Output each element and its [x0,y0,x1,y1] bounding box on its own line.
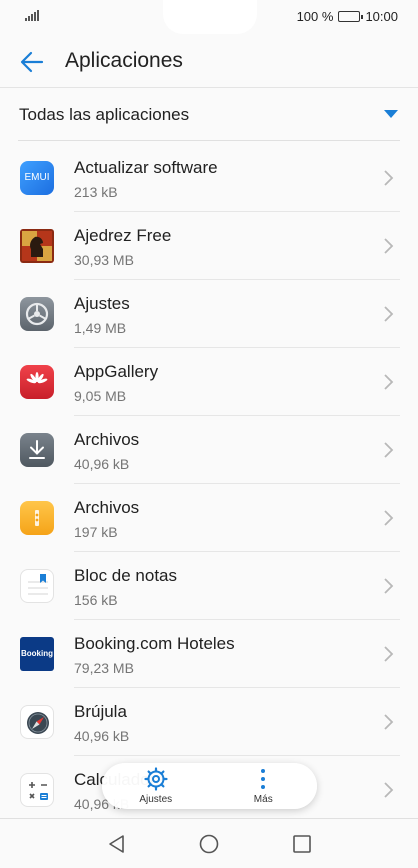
chevron-right-icon [384,782,394,798]
app-name: Booking.com Hoteles [74,634,235,653]
chevron-right-icon [384,374,394,390]
more-vertical-icon [261,769,266,789]
dropdown-triangle-icon [384,110,398,118]
signal-icon [25,10,39,21]
app-size: 40,96 kB [74,456,130,472]
app-name: Ajedrez Free [74,226,172,245]
emui-icon: EMUI [20,161,54,195]
battery-percent: 100 % [296,9,334,24]
app-name: Actualizar software [74,158,218,177]
square-recents-icon[interactable] [291,833,313,855]
app-size: 30,93 MB [74,252,134,268]
list-item[interactable]: Archivos 197 kB [0,484,418,552]
battery-icon [338,11,364,22]
gear-icon [144,767,168,791]
app-list: EMUI Actualizar software 213 kB Ajedrez … [0,144,418,824]
compass-icon [20,705,54,739]
app-name: Ajustes [74,294,130,313]
app-name: Bloc de notas [74,566,178,585]
download-icon [20,433,54,467]
chevron-right-icon [384,510,394,526]
list-item[interactable]: Bloc de notas 156 kB [0,552,418,620]
chevron-right-icon [384,442,394,458]
list-item[interactable]: Archivos 40,96 kB [0,416,418,484]
circle-home-icon[interactable] [198,833,220,855]
list-item[interactable]: Ajedrez Free 30,93 MB [0,212,418,280]
app-size: 156 kB [74,592,118,608]
chevron-right-icon [384,306,394,322]
notepad-icon [20,569,54,603]
app-size: 1,49 MB [74,320,127,336]
list-item[interactable]: Brújula 40,96 kB [0,688,418,756]
app-size: 9,05 MB [74,388,127,404]
page-title: Aplicaciones [65,49,183,72]
calculator-icon [20,773,54,807]
list-item[interactable]: Booking Booking.com Hoteles 79,23 MB [0,620,418,688]
filter-label: Todas las aplicaciones [19,105,190,124]
more-action-button[interactable]: Más [210,763,318,809]
chevron-right-icon [384,646,394,662]
status-bar: 100 % 10:00 [0,0,418,34]
chevron-right-icon [384,238,394,254]
files-icon [20,501,54,535]
booking-icon: Booking [20,637,54,671]
list-item[interactable]: Ajustes 1,49 MB [0,280,418,348]
app-bar: Aplicaciones [0,34,418,88]
clock: 10:00 [365,9,398,24]
chevron-right-icon [384,714,394,730]
app-size: 197 kB [74,524,118,540]
app-size: 79,23 MB [74,660,134,676]
chevron-right-icon [384,578,394,594]
triangle-back-icon[interactable] [106,833,128,855]
settings-icon [20,297,54,331]
more-action-label: Más [253,794,273,805]
chess-icon [20,229,54,263]
app-name: AppGallery [74,362,159,381]
app-size: 40,96 kB [74,728,130,744]
app-name: Brújula [74,702,127,721]
app-name: Archivos [74,498,140,517]
app-name: Archivos [74,430,140,449]
list-item[interactable]: AppGallery 9,05 MB [0,348,418,416]
list-item[interactable]: EMUI Actualizar software 213 kB [0,144,418,212]
chevron-right-icon [384,170,394,186]
app-size: 213 kB [74,184,118,200]
bottom-action-bar: Ajustes Más [102,763,317,809]
settings-action-label: Ajustes [139,794,173,805]
battery-status: 100 % 10:00 [297,9,398,24]
system-nav-bar [0,818,418,868]
settings-action-button[interactable]: Ajustes [102,763,210,809]
filter-dropdown[interactable]: Todas las aplicaciones [18,88,400,141]
appgallery-icon [20,365,54,399]
camera-notch [163,0,257,34]
arrow-left-icon[interactable] [18,48,46,76]
